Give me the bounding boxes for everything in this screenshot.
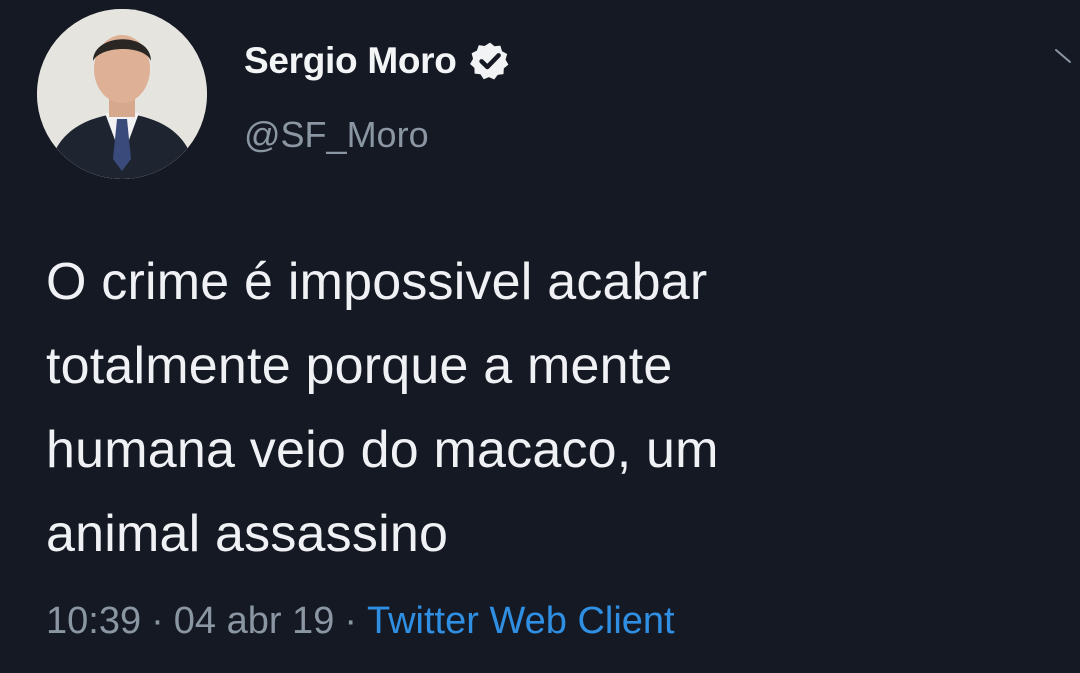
tweet-source-link[interactable]: Twitter Web Client xyxy=(367,600,675,643)
verified-badge-icon xyxy=(469,42,508,80)
author-handle[interactable]: @SF_Moro xyxy=(244,114,429,156)
meta-separator: · xyxy=(344,600,357,642)
chevron-down-icon[interactable] xyxy=(1054,46,1072,70)
tweet-text-line: totalmente porque a mente xyxy=(46,337,673,395)
tweet-text-line: humana veio do macaco, um xyxy=(46,421,719,479)
tweet-card: Sergio Moro @SF_Moro O crime é impossive… xyxy=(0,0,1080,673)
tweet-text-line: O crime é impossivel acabar xyxy=(46,253,708,311)
tweet-date[interactable]: 04 abr 19 xyxy=(174,600,335,643)
tweet-text-line: animal assassino xyxy=(46,505,449,563)
author-name-row[interactable]: Sergio Moro xyxy=(244,38,511,84)
avatar[interactable] xyxy=(37,9,207,179)
avatar-image xyxy=(37,9,207,179)
tweet-meta: 10:39 · 04 abr 19 · Twitter Web Client xyxy=(46,600,675,643)
author-name[interactable]: Sergio Moro xyxy=(244,40,457,82)
tweet-text: O crime é impossivel acabar totalmente p… xyxy=(46,240,1006,576)
meta-separator: · xyxy=(151,600,164,642)
tweet-time[interactable]: 10:39 xyxy=(46,600,141,643)
